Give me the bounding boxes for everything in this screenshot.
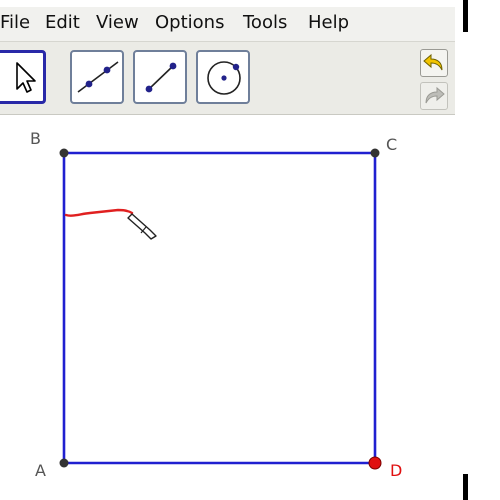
- point-d[interactable]: [368, 456, 382, 470]
- toolbar: [0, 42, 455, 115]
- menu-tools[interactable]: Tools: [243, 12, 287, 33]
- frame-edge-bottom: [463, 474, 468, 500]
- point-c[interactable]: [370, 148, 380, 158]
- redo-button[interactable]: [420, 82, 448, 110]
- undo-arrow-icon: [423, 53, 443, 71]
- point-label-d: D: [390, 461, 403, 480]
- menu-help[interactable]: Help: [308, 12, 349, 33]
- menu-bar: File Edit View Options Tools Help: [0, 7, 455, 42]
- menu-edit[interactable]: Edit: [45, 12, 80, 33]
- point-b[interactable]: [59, 148, 69, 158]
- pointer-icon: [16, 62, 36, 93]
- frame-edge-top: [463, 0, 468, 32]
- menu-file[interactable]: File: [0, 12, 30, 33]
- drawing-canvas[interactable]: [0, 115, 455, 500]
- graphics-view[interactable]: B C A D: [0, 115, 455, 500]
- circle-tool-button[interactable]: [196, 50, 250, 104]
- move-tool-button[interactable]: [0, 50, 46, 104]
- geogebra-window: File Edit View Options Tools Help B C A …: [0, 0, 455, 500]
- pen-cursor-icon: [127, 213, 157, 240]
- segment-tool-button[interactable]: [133, 50, 187, 104]
- pen-stroke: [64, 208, 134, 217]
- point-label-a: A: [35, 461, 46, 480]
- line-tool-button[interactable]: [70, 50, 124, 104]
- redo-arrow-icon: [425, 86, 445, 104]
- menu-options[interactable]: Options: [155, 12, 224, 33]
- menu-view[interactable]: View: [96, 12, 139, 33]
- segment-icon: [145, 62, 177, 93]
- line-through-points-icon: [77, 61, 119, 93]
- point-label-b: B: [30, 129, 41, 148]
- circle-with-center-icon: [207, 61, 241, 95]
- undo-button[interactable]: [420, 49, 448, 77]
- point-label-c: C: [386, 135, 398, 154]
- point-a[interactable]: [59, 458, 69, 468]
